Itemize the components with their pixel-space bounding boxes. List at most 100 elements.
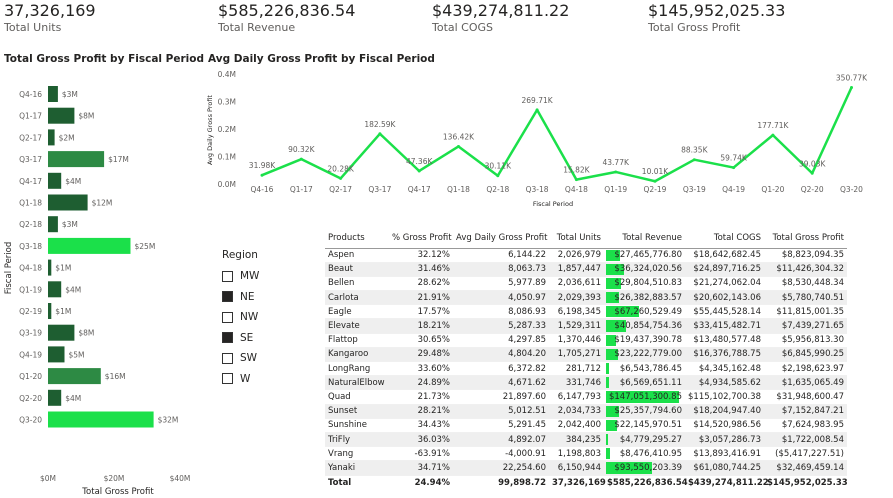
data-point[interactable] [260, 173, 264, 177]
bar[interactable] [48, 368, 101, 385]
column-header[interactable]: Total Revenue [604, 229, 685, 249]
bar[interactable] [48, 129, 55, 146]
table-cell: $61,080,744.25 [685, 460, 764, 476]
data-point[interactable] [378, 132, 382, 136]
bar[interactable] [48, 172, 62, 189]
checkbox[interactable] [222, 373, 233, 385]
table-row[interactable]: LongRang 33.60% 6,372.82 281,712 $6,543,786.… [325, 361, 847, 377]
revenue-value: $22,145,970.51 [614, 420, 682, 431]
table-row[interactable]: Quad 21.73% 21,897.60 6,147,793 $147,051,300… [325, 389, 847, 405]
data-point[interactable] [810, 171, 814, 175]
bar[interactable] [48, 346, 65, 363]
table-row[interactable]: Sunshine 34.43% 5,291.45 2,042,400 $22,145,9… [325, 418, 847, 433]
column-header[interactable]: Products [325, 229, 389, 249]
table-cell: $19,437,390.78 [604, 333, 685, 348]
slicer-item-w[interactable]: W [222, 369, 302, 390]
checkbox[interactable] [222, 311, 233, 323]
data-point[interactable] [457, 144, 460, 148]
data-point[interactable] [692, 158, 696, 162]
slicer-item-sw[interactable]: SW [222, 348, 302, 369]
bar[interactable] [48, 107, 75, 124]
table-cell: 6,372.82 [453, 361, 549, 377]
table-row[interactable]: Elevate 18.21% 5,287.33 1,529,311 $40,854,75… [325, 318, 847, 334]
table-row[interactable]: NaturalElbow 24.89% 4,671.62 331,746 $6,569,… [325, 375, 847, 391]
table-cell: 6,144.22 [453, 248, 549, 263]
table-cell: 32.12% [389, 248, 453, 263]
column-header[interactable]: Total COGS [685, 229, 764, 249]
table-row[interactable]: Bellen 28.62% 5,977.89 2,036,611 $29,804,510… [325, 276, 847, 292]
table-cell: 21.91% [389, 290, 453, 306]
checkbox[interactable] [222, 332, 233, 344]
kpi-label: Total Units [4, 21, 62, 34]
checkbox[interactable] [222, 352, 233, 364]
table-cell: 8,086.93 [453, 304, 549, 320]
table-cell: 1,198,803 [549, 446, 604, 462]
data-point[interactable] [535, 108, 539, 112]
kpi-value: 37,326,169 [4, 1, 96, 20]
slicer-item-nw[interactable]: NW [222, 307, 302, 328]
table-cell: NaturalElbow [325, 375, 389, 391]
slicer-title: Region [222, 249, 258, 261]
table-row[interactable]: Kangaroo 29.48% 4,804.20 1,705,271 $23,222,7… [325, 347, 847, 363]
table-cell: Carlota [325, 290, 389, 306]
data-point[interactable] [771, 133, 775, 137]
data-point[interactable] [653, 179, 657, 183]
bar[interactable] [48, 259, 52, 276]
data-point[interactable] [339, 176, 343, 180]
table-row[interactable]: Beaut 31.46% 8,063.73 1,857,447 $36,324,020.… [325, 262, 847, 277]
table-cell: 17.57% [389, 304, 453, 320]
table-cell: 4,804.20 [453, 347, 549, 363]
y-tick-label: Q2-20 [19, 394, 42, 403]
bar[interactable] [48, 303, 52, 319]
bar[interactable] [48, 281, 62, 298]
table-row[interactable]: Eagle 17.57% 8,086.93 6,198,345 $67,260,529.… [325, 304, 847, 320]
line-chart-title: Avg Daily Gross Profit by Fiscal Period [208, 53, 435, 65]
slicer-item-ne[interactable]: NE [222, 287, 302, 308]
checkbox[interactable] [222, 270, 233, 282]
bar[interactable] [48, 151, 105, 168]
data-label: $25M [135, 242, 156, 251]
table-row[interactable]: Vrang -63.91% -4,000.91 1,198,803 $8,476,410… [325, 446, 847, 462]
data-point[interactable] [417, 169, 421, 173]
data-point[interactable] [299, 157, 303, 161]
table-cell: Aspen [325, 248, 389, 263]
slicer-item-mw[interactable]: MW [222, 266, 302, 287]
slicer-item-se[interactable]: SE [222, 328, 302, 349]
data-point[interactable] [732, 166, 736, 170]
gross-profit-bar-chart[interactable]: Q4-16 $3M Q1-17 $8M Q2-17 $2M Q3-17 $17M Q4-17 $4… [0, 68, 200, 498]
column-header[interactable]: Avg Daily Gross Profit [453, 229, 549, 249]
table-cell: 36.03% [389, 432, 453, 448]
kpi-total-gross-profit: $145,952,025.33 Total Gross Profit [648, 1, 785, 35]
table-row[interactable]: Carlota 21.91% 4,050.97 2,029,393 $26,382,88… [325, 290, 847, 306]
table-cell: $5,780,740.51 [764, 290, 847, 306]
table-cell: 4,050.97 [453, 290, 549, 306]
data-point[interactable] [574, 178, 578, 182]
column-header[interactable]: Total Units [549, 229, 604, 249]
table-row[interactable]: Flattop 30.65% 4,297.85 1,370,446 $19,437,39… [325, 333, 847, 348]
column-header[interactable]: Total Gross Profit [764, 229, 847, 249]
revenue-value: $40,854,754.36 [614, 321, 682, 332]
table-cell: $93,550,203.39 [604, 460, 685, 476]
bar[interactable] [48, 237, 131, 254]
x-tick-label: Q1-20 [761, 185, 784, 194]
y-tick-label: 0.3M [218, 98, 236, 107]
data-point[interactable] [614, 170, 618, 174]
bar[interactable] [48, 194, 88, 211]
table-cell: Eagle [325, 304, 389, 320]
column-header[interactable]: % Gross Profit [389, 229, 453, 249]
checkbox[interactable] [222, 291, 233, 303]
region-slicer: Region MW NE NW SE SW W [222, 249, 302, 389]
bar[interactable] [48, 216, 58, 233]
data-point[interactable] [850, 86, 853, 90]
y-tick-label: Q2-17 [19, 133, 42, 142]
table-row[interactable]: Sunset 28.21% 5,012.51 2,034,733 $25,357,794… [325, 404, 847, 419]
table-row[interactable]: TriFly 36.03% 4,892.07 384,235 $4,779,295.27… [325, 432, 847, 448]
data-point[interactable] [496, 174, 500, 178]
table-row[interactable]: Aspen 32.12% 6,144.22 2,026,979 $27,465,776.… [325, 248, 847, 263]
bar[interactable] [48, 324, 75, 341]
bar[interactable] [48, 411, 154, 428]
table-row[interactable]: Yanaki 34.71% 22,254.60 6,150,944 $93,550,20… [325, 460, 847, 476]
avg-daily-gross-profit-line-chart[interactable]: 0.0M 0.1M 0.2M 0.3M 0.4M Avg Daily Gross Prof… [200, 68, 868, 218]
bar[interactable] [48, 389, 62, 406]
bar[interactable] [48, 86, 58, 102]
